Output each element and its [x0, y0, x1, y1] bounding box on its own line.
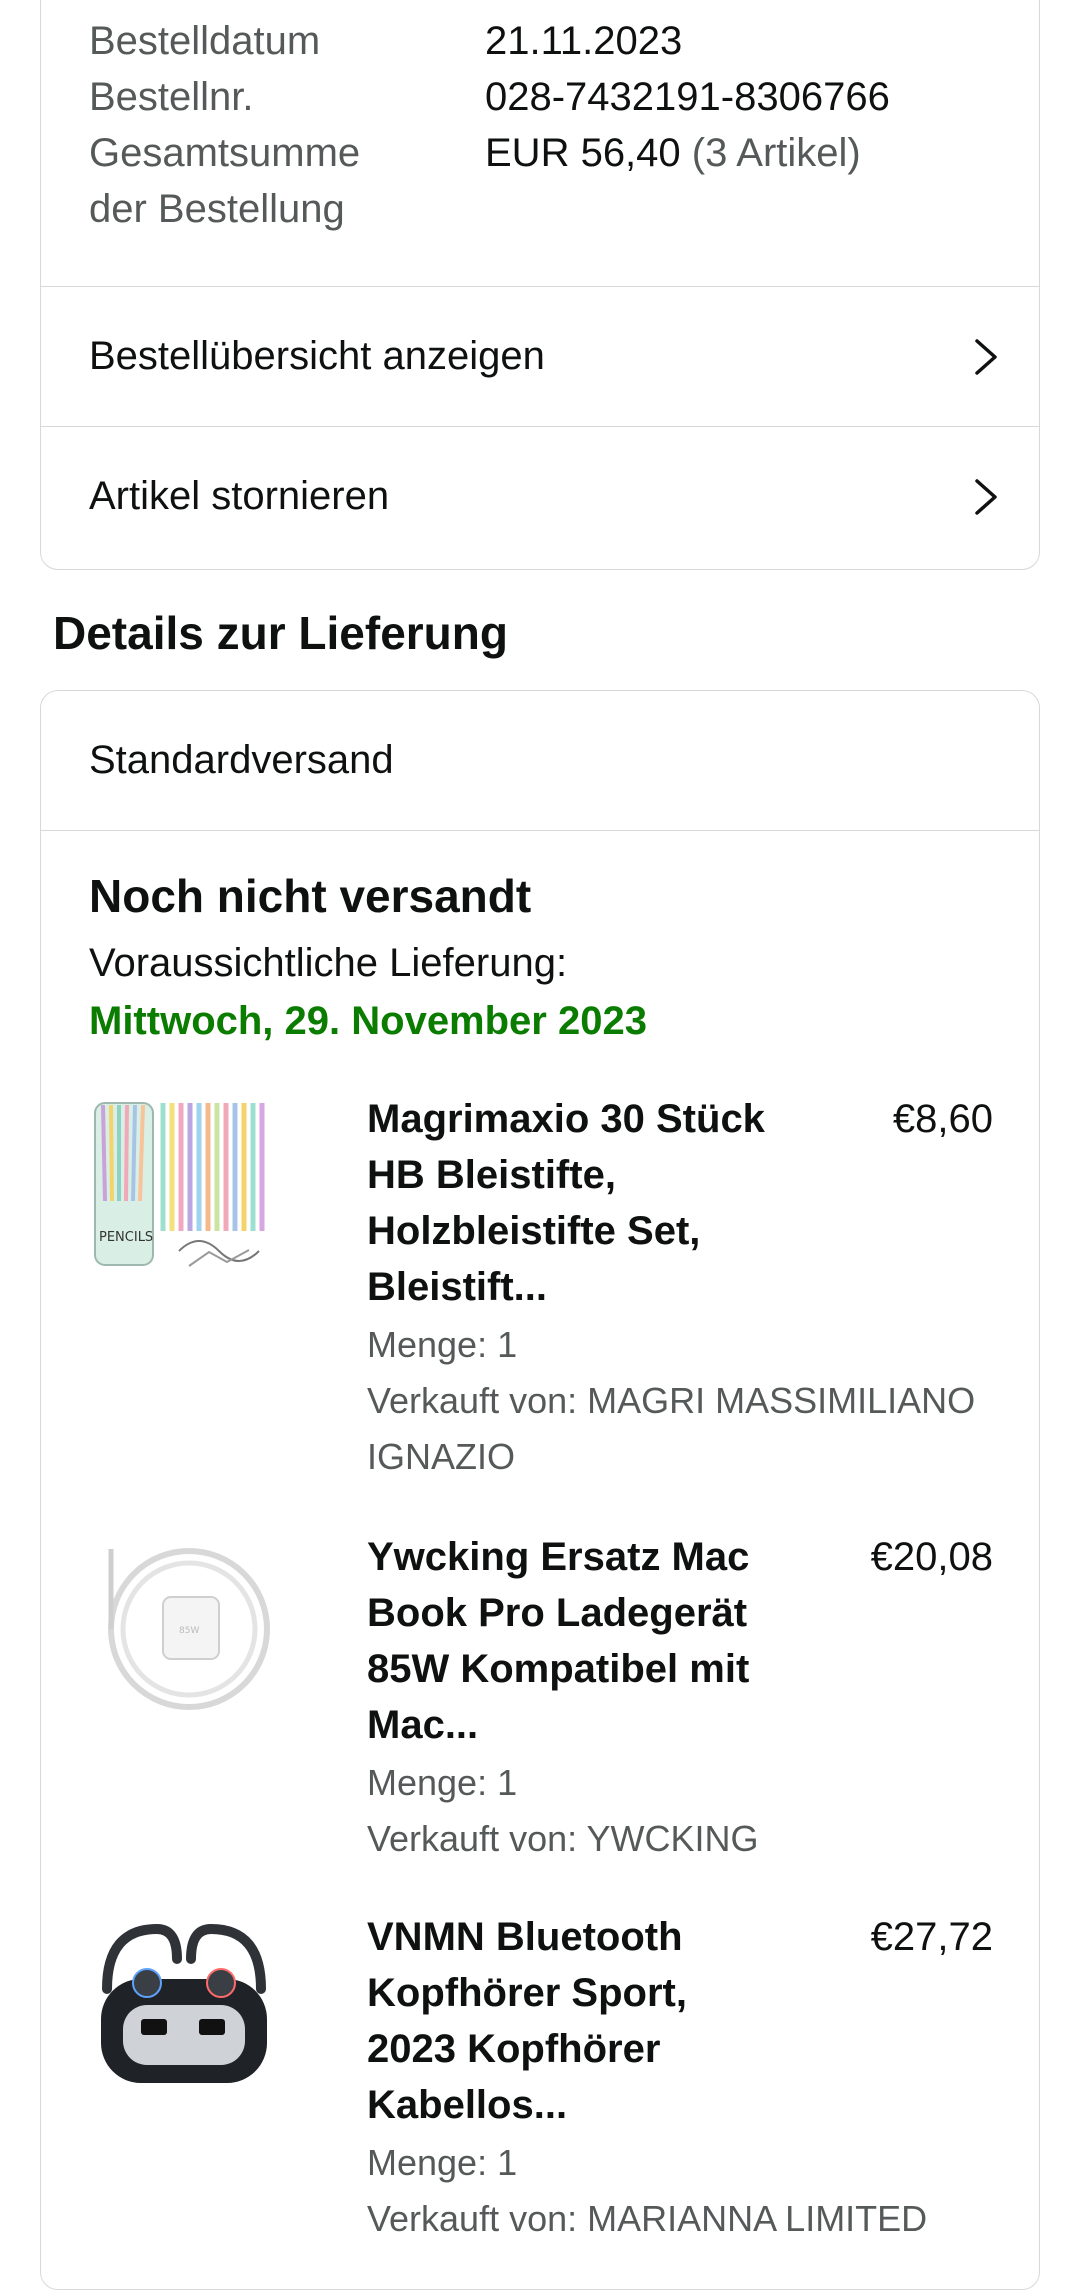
item-title[interactable]: VNMN Bluetooth Kopfhörer Sport, 2023 Kop… — [367, 1909, 787, 2133]
delivery-section-title: Details zur Lieferung — [53, 607, 508, 659]
view-order-summary-link[interactable]: Bestellübersicht anzeigen — [41, 286, 1039, 426]
chevron-right-icon — [975, 478, 997, 515]
item-price: €20,08 — [870, 1535, 993, 1579]
order-number-label: Bestellnr. — [89, 75, 254, 119]
item-price: €27,72 — [870, 1915, 993, 1959]
order-total-amount: EUR 56,40 — [485, 131, 681, 175]
delivery-card: Standardversand Noch nicht versandt Vora… — [40, 690, 1040, 2290]
item-quantity: Menge: 1 — [367, 1324, 518, 1365]
order-item[interactable]: PENCILS Magrimaxio 30 Stück HB Bleistift… — [89, 1091, 993, 1477]
item-quantity: Menge: 1 — [367, 2142, 518, 2183]
shipping-method: Standardversand — [41, 691, 1039, 831]
order-total-label-line1: Gesamtsumme — [89, 131, 361, 175]
order-total-label: Gesamtsumme der Bestellung — [89, 125, 485, 237]
svg-text:PENCILS: PENCILS — [99, 1230, 153, 1245]
shipment-status: Noch nicht versandt — [89, 870, 532, 922]
order-date-label: Bestelldatum — [89, 19, 321, 63]
item-title[interactable]: Ywcking Ersatz Mac Book Pro Ladegerät 85… — [367, 1529, 787, 1753]
order-number-value: 028-7432191-8306766 — [485, 75, 890, 119]
order-total-value: EUR 56,40 (3 Artikel) — [485, 125, 861, 237]
order-item[interactable]: 85W Ywcking Ersatz Mac Book Pro Ladegerä… — [89, 1529, 993, 1859]
item-quantity: Menge: 1 — [367, 1762, 518, 1803]
earbuds-product-image[interactable] — [89, 1909, 279, 2099]
item-price: €8,60 — [892, 1097, 993, 1141]
item-title[interactable]: Magrimaxio 30 Stück HB Bleistifte, Holzb… — [367, 1091, 787, 1315]
cancel-items-link[interactable]: Artikel stornieren — [41, 426, 1039, 566]
svg-text:85W: 85W — [179, 1626, 199, 1636]
view-order-summary-label: Bestellübersicht anzeigen — [89, 334, 545, 378]
order-info: Bestelldatum 21.11.2023 Bestellnr. 028-7… — [89, 13, 890, 237]
item-seller: Verkauft von: YWCKING — [367, 1818, 759, 1859]
eta-date: Mittwoch, 29. November 2023 — [89, 999, 647, 1043]
order-date-value: 21.11.2023 — [485, 19, 683, 63]
order-info-card: Bestelldatum 21.11.2023 Bestellnr. 028-7… — [40, 0, 1040, 570]
chevron-right-icon — [975, 338, 997, 375]
item-seller: Verkauft von: MAGRI MASSIMILIANO IGNAZIO — [367, 1380, 976, 1477]
eta-label: Voraussichtliche Lieferung: — [89, 941, 568, 985]
order-item-count: (3 Artikel) — [691, 131, 861, 175]
charger-product-image[interactable]: 85W — [89, 1529, 279, 1719]
item-seller: Verkauft von: MARIANNA LIMITED — [367, 2198, 928, 2239]
order-item[interactable]: VNMN Bluetooth Kopfhörer Sport, 2023 Kop… — [89, 1909, 993, 2239]
order-total-label-line2: der Bestellung — [89, 187, 345, 231]
order-number-row: Bestellnr. 028-7432191-8306766 — [89, 69, 890, 125]
order-date-row: Bestelldatum 21.11.2023 — [89, 13, 890, 69]
pencils-product-image[interactable]: PENCILS — [89, 1091, 279, 1281]
order-total-row: Gesamtsumme der Bestellung EUR 56,40 (3 … — [89, 125, 890, 237]
cancel-items-label: Artikel stornieren — [89, 474, 390, 518]
